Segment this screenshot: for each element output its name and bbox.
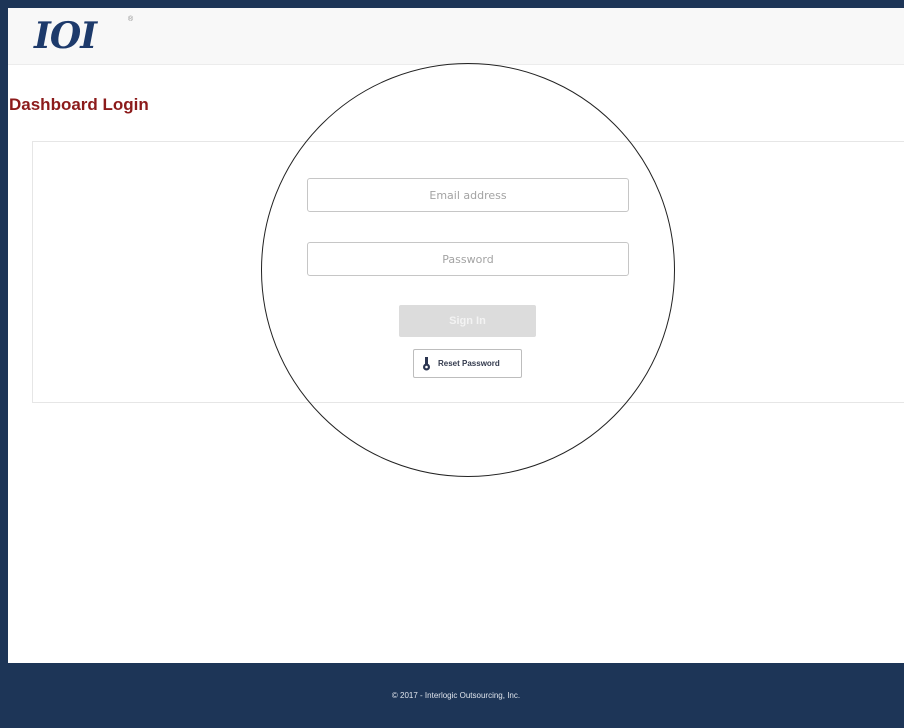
registered-mark: ® <box>128 16 134 23</box>
reset-password-button[interactable]: Reset Password <box>413 349 522 378</box>
header-bar: IOI ® <box>8 8 904 65</box>
footer-copyright: © 2017 - Interlogic Outsourcing, Inc. <box>391 691 521 700</box>
password-input[interactable] <box>307 242 629 276</box>
sign-in-button[interactable]: Sign In <box>399 305 536 337</box>
page-title: Dashboard Login <box>9 95 149 114</box>
reset-password-label: Reset Password <box>438 359 500 368</box>
key-icon <box>422 356 431 371</box>
footer-bar: © 2017 - Interlogic Outsourcing, Inc. <box>8 663 904 728</box>
ioi-logo[interactable]: IOI <box>34 15 97 57</box>
page-frame: IOI ® Dashboard Login Sign In Reset Pass… <box>8 8 904 728</box>
email-input[interactable] <box>307 178 629 212</box>
